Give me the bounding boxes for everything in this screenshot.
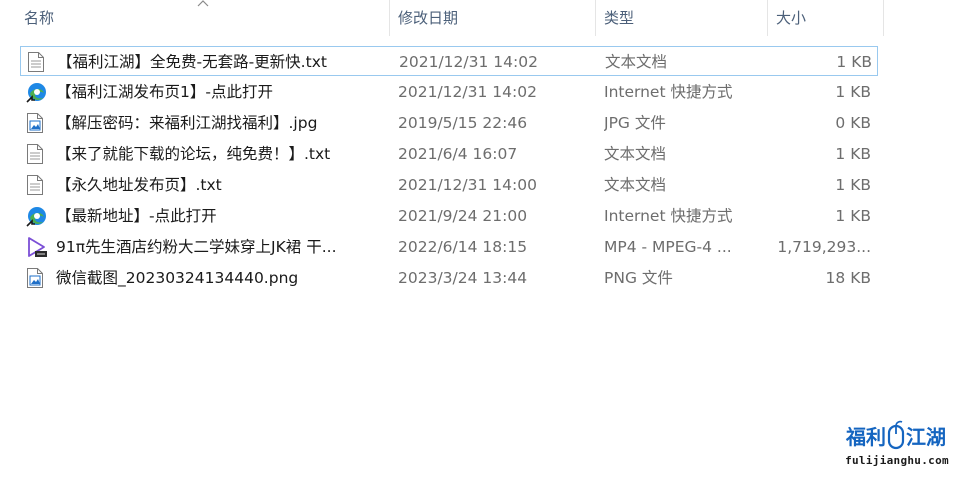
file-name: 【解压密码：来福利江湖找福利】.jpg <box>56 114 318 132</box>
file-size: 0 KB <box>835 114 871 132</box>
file-date: 2021/9/24 21:00 <box>398 207 528 225</box>
file-date: 2021/12/31 14:02 <box>399 53 538 71</box>
watermark-emblem: 福利 江湖 <box>845 420 946 450</box>
file-name: 微信截图_20230324134440.png <box>56 269 299 287</box>
file-size: 1 KB <box>836 53 872 71</box>
file-type: Internet 快捷方式 <box>604 207 733 225</box>
file-name: 【永久地址发布页】.txt <box>56 176 222 194</box>
file-row[interactable]: 【福利江湖发布页1】-点此打开 2021/12/31 14:02 Interne… <box>20 77 878 107</box>
watermark-url: fulijianghu.com <box>845 454 949 467</box>
file-size: 1 KB <box>835 207 871 225</box>
mouse-icon <box>887 420 905 450</box>
watermark-left-text: 福利 <box>845 425 886 449</box>
column-header-bar: 名称 修改日期 类型 大小 <box>0 0 884 36</box>
file-row[interactable]: 微信截图_20230324134440.png 2023/3/24 13:44 … <box>20 263 878 293</box>
file-type: 文本文档 <box>604 176 667 194</box>
file-date: 2023/3/24 13:44 <box>398 269 528 287</box>
file-row[interactable]: 【来了就能下载的论坛，纯免费！】.txt 2021/6/4 16:07 文本文档… <box>20 139 878 169</box>
column-header-name[interactable]: 名称 <box>16 0 390 36</box>
file-size: 18 KB <box>825 269 871 287</box>
file-type: 文本文档 <box>604 145 667 163</box>
edge-shortcut-icon <box>26 77 48 107</box>
text-file-icon <box>27 47 49 77</box>
file-date: 2021/12/31 14:02 <box>398 83 537 101</box>
watermark-logo: 福利 江湖 fulijianghu.com <box>844 418 950 472</box>
file-name: 【福利江湖】全免费-无套路-更新快.txt <box>57 53 327 71</box>
image-file-icon <box>26 108 48 138</box>
file-date: 2021/6/4 16:07 <box>398 145 518 163</box>
file-row[interactable]: 【最新地址】-点此打开 2021/9/24 21:00 Internet 快捷方… <box>20 201 878 231</box>
file-size: 1 KB <box>835 176 871 194</box>
video-file-icon <box>26 232 48 262</box>
file-type: 文本文档 <box>605 53 668 71</box>
file-type: Internet 快捷方式 <box>604 83 733 101</box>
file-date: 2019/5/15 22:46 <box>398 114 528 132</box>
column-header-size[interactable]: 大小 <box>768 0 884 36</box>
file-size: 1,719,293... <box>777 238 871 256</box>
file-size: 1 KB <box>835 145 871 163</box>
file-row[interactable]: 【解压密码：来福利江湖找福利】.jpg 2019/5/15 22:46 JPG … <box>20 108 878 138</box>
edge-shortcut-icon <box>26 201 48 231</box>
file-type: PNG 文件 <box>604 269 673 287</box>
file-name: 【最新地址】-点此打开 <box>56 207 217 225</box>
text-file-icon <box>26 139 48 169</box>
file-row[interactable]: 91π先生酒店约粉大二学妹穿上JK裙 干... 2022/6/14 18:15 … <box>20 232 878 262</box>
watermark-right-text: 江湖 <box>906 425 946 449</box>
file-type: JPG 文件 <box>604 114 666 132</box>
file-name: 91π先生酒店约粉大二学妹穿上JK裙 干... <box>56 238 337 256</box>
image-file-icon <box>26 263 48 293</box>
file-row[interactable]: 【永久地址发布页】.txt 2021/12/31 14:00 文本文档 1 KB <box>20 170 878 200</box>
text-file-icon <box>26 170 48 200</box>
column-header-type[interactable]: 类型 <box>596 0 768 36</box>
file-row[interactable]: 【福利江湖】全免费-无套路-更新快.txt 2021/12/31 14:02 文… <box>20 46 878 76</box>
column-header-date[interactable]: 修改日期 <box>390 0 596 36</box>
file-explorer-list: 名称 修改日期 类型 大小 【福利江湖】全免费-无套路-更新快.txt 2021… <box>0 0 960 480</box>
file-date: 2021/12/31 14:00 <box>398 176 537 194</box>
file-date: 2022/6/14 18:15 <box>398 238 528 256</box>
file-name: 【来了就能下载的论坛，纯免费！】.txt <box>56 145 331 163</box>
file-type: MP4 - MPEG-4 ... <box>604 238 732 256</box>
file-name: 【福利江湖发布页1】-点此打开 <box>56 83 273 101</box>
file-size: 1 KB <box>835 83 871 101</box>
